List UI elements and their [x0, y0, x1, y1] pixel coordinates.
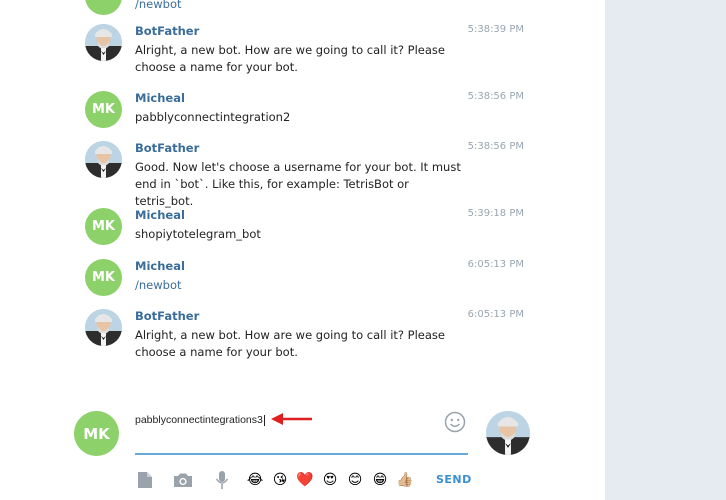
avatar[interactable]: MK	[85, 0, 122, 15]
message-time: 5:38:56 PM	[467, 91, 524, 102]
message-text[interactable]: /newbot	[135, 277, 465, 294]
peer-avatar[interactable]	[486, 411, 530, 455]
microphone-icon[interactable]	[212, 470, 232, 490]
text-caret	[263, 414, 265, 426]
sender-name[interactable]: BotFather	[135, 141, 199, 155]
botfather-avatar[interactable]	[85, 309, 122, 346]
composer-user-avatar[interactable]: MK	[74, 411, 119, 456]
emoji-thumbs-up[interactable]: 👍🏼	[395, 470, 415, 490]
emoji-heart-eyes[interactable]: 😍	[320, 470, 340, 490]
message-time: 5:39:18 PM	[467, 208, 524, 219]
sender-name[interactable]: Micheal	[135, 208, 185, 222]
sender-name[interactable]: Micheal	[135, 91, 185, 105]
avatar[interactable]: MK	[85, 259, 122, 296]
red-arrow-annotation	[271, 413, 312, 425]
emoji-kiss[interactable]: 😘	[270, 470, 290, 490]
message-text[interactable]: /newbot	[135, 0, 465, 13]
emoji-smile[interactable]: 😊	[345, 470, 365, 490]
avatar[interactable]: MK	[85, 91, 122, 128]
message-time: 5:38:56 PM	[467, 141, 524, 152]
camera-icon[interactable]	[173, 470, 193, 490]
file-icon[interactable]	[135, 470, 155, 490]
message-time: 5:38:39 PM	[467, 24, 524, 35]
message-input-value: pabblyconnectintegrations3	[135, 414, 263, 426]
message-time: 6:05:13 PM	[467, 259, 524, 270]
chat-pane: MK /newbot BotFather 5:38:39 PM Alright,…	[0, 0, 605, 500]
botfather-avatar[interactable]	[85, 24, 122, 61]
sender-name[interactable]: BotFather	[135, 309, 199, 323]
emoji-grin[interactable]: 😁	[370, 470, 390, 490]
side-panel	[605, 0, 726, 500]
message-text: Alright, a new bot. How are we going to …	[135, 328, 445, 359]
avatar[interactable]: MK	[85, 208, 122, 245]
message-text: shopiytotelegram_bot	[135, 227, 261, 241]
emoji-tears-of-joy[interactable]: 😂	[245, 470, 265, 490]
botfather-avatar[interactable]	[85, 141, 122, 178]
sender-name[interactable]: Micheal	[135, 259, 185, 273]
message-time: 6:05:13 PM	[467, 309, 524, 320]
emoji-heart[interactable]: ❤️	[295, 470, 315, 490]
send-button[interactable]: SEND	[436, 473, 472, 486]
emoji-picker-icon[interactable]	[444, 411, 466, 437]
input-underline	[135, 453, 468, 455]
message-text: pabblyconnectintegration2	[135, 110, 291, 124]
message-text: Alright, a new bot. How are we going to …	[135, 43, 445, 74]
message-text: Good. Now let's choose a username for yo…	[135, 160, 461, 208]
sender-name[interactable]: BotFather	[135, 24, 199, 38]
